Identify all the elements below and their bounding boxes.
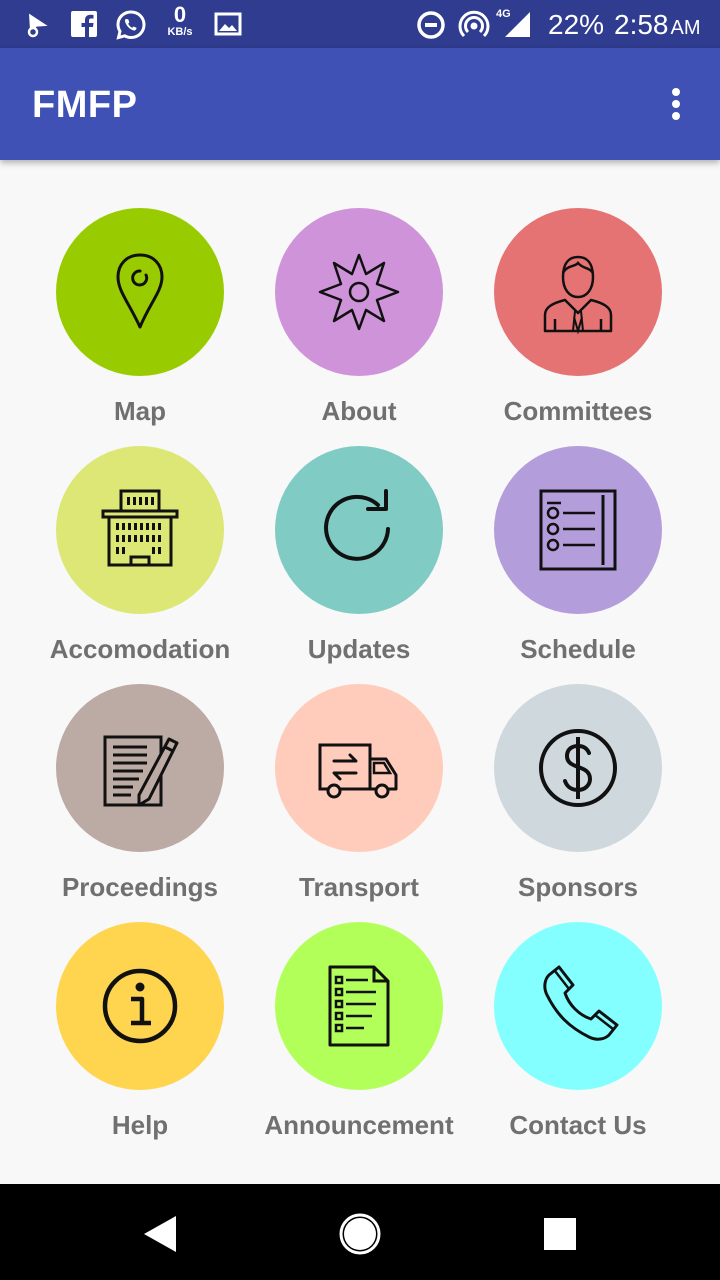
menu-item-label: Updates <box>307 634 411 664</box>
menu-item-label: Announcement <box>264 1110 454 1140</box>
menu-item-updates[interactable]: Updates <box>249 446 469 676</box>
signal-icon <box>505 12 530 37</box>
menu-item-circle <box>275 446 443 614</box>
clock-ampm: AM <box>670 17 701 39</box>
menu-item-transport[interactable]: Transport <box>249 684 469 914</box>
menu-item-proceedings[interactable]: Proceedings <box>30 684 250 914</box>
recents-icon[interactable] <box>536 1210 584 1258</box>
navigation-arrow-icon <box>27 13 48 38</box>
checklist-icon <box>539 489 617 571</box>
status-bar: 0 KB/s 4G 22% 2:58 AM <box>0 0 720 48</box>
menu-item-label: Proceedings <box>61 872 219 902</box>
menu-item-sponsors[interactable]: Sponsors <box>468 684 688 914</box>
battery-percent: 22% <box>548 9 605 40</box>
home-icon[interactable] <box>336 1210 384 1258</box>
menu-item-about[interactable]: About <box>249 208 469 438</box>
truck-icon <box>318 743 398 799</box>
whatsapp-icon <box>116 10 146 40</box>
person-icon <box>543 255 613 335</box>
speed-value: 0 <box>173 2 187 27</box>
menu-item-circle <box>56 684 224 852</box>
back-icon[interactable] <box>136 1210 184 1258</box>
image-icon <box>214 12 242 36</box>
clock: 2:58 AM <box>614 9 701 41</box>
more-vert-icon[interactable] <box>656 82 696 126</box>
menu-item-label: Accomodation <box>49 634 231 664</box>
menu-item-circle <box>494 208 662 376</box>
menu-item-circle <box>56 208 224 376</box>
star-burst-icon <box>318 253 400 331</box>
hotspot-icon <box>458 10 490 38</box>
menu-item-circle <box>494 446 662 614</box>
menu-item-announcement[interactable]: Announcement <box>249 922 469 1152</box>
app-title: FMFP <box>32 84 138 126</box>
menu-item-schedule[interactable]: Schedule <box>468 446 688 676</box>
menu-item-accomodation[interactable]: Accomodation <box>30 446 250 676</box>
list-document-icon <box>328 965 390 1047</box>
menu-item-circle <box>56 922 224 1090</box>
menu-item-circle <box>56 446 224 614</box>
facebook-icon <box>71 11 97 38</box>
menu-item-circle <box>494 684 662 852</box>
menu-item-circle <box>275 922 443 1090</box>
info-icon <box>102 968 178 1044</box>
menu-item-circle <box>275 208 443 376</box>
menu-item-label: About <box>321 396 397 426</box>
menu-item-label: Contact Us <box>509 1110 647 1140</box>
clock-time: 2:58 <box>614 9 669 40</box>
hotel-icon <box>101 489 179 567</box>
menu-item-label: Schedule <box>520 634 636 664</box>
menu-item-circle <box>494 922 662 1090</box>
map-pin-icon <box>116 253 164 329</box>
speed-unit: KB/s <box>167 26 193 38</box>
network-speed: 0 KB/s <box>160 4 200 38</box>
menu-item-map[interactable]: Map <box>30 208 250 438</box>
dollar-icon <box>539 729 617 807</box>
menu-item-label: Transport <box>299 872 419 902</box>
navigation-bar <box>0 1184 720 1280</box>
menu-item-contact-us[interactable]: Contact Us <box>468 922 688 1152</box>
menu-item-label: Sponsors <box>518 872 638 902</box>
document-pen-icon <box>103 735 179 807</box>
menu-item-circle <box>275 684 443 852</box>
menu-item-committees[interactable]: Committees <box>468 208 688 438</box>
menu-item-label: Committees <box>503 396 653 426</box>
refresh-icon <box>324 489 390 561</box>
menu-item-label: Map <box>114 396 166 426</box>
app-bar: FMFP <box>0 48 720 160</box>
do-not-disturb-icon <box>417 11 445 39</box>
menu-item-label: Help <box>111 1110 169 1140</box>
menu-item-help[interactable]: Help <box>30 922 250 1152</box>
phone-icon <box>543 965 619 1041</box>
